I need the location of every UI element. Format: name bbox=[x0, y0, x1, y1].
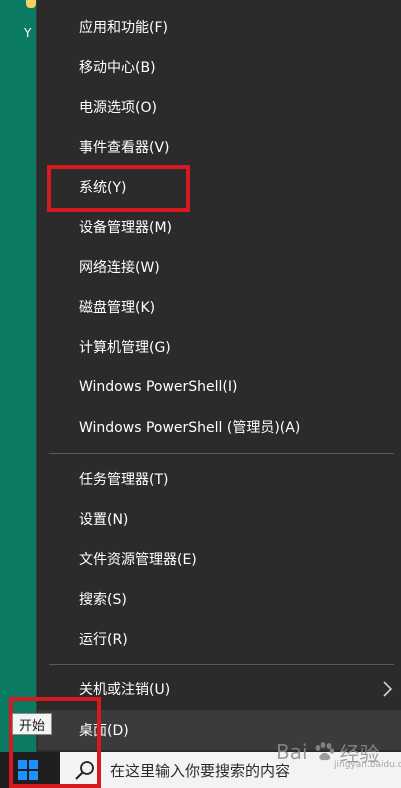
menu-item-file-explorer[interactable]: 文件资源管理器(E) bbox=[79, 539, 379, 579]
winx-context-menu: 应用和功能(F) 移动中心(B) 电源选项(O) 事件查看器(V) 系统(Y) … bbox=[36, 0, 401, 752]
highlight-box-start bbox=[9, 697, 101, 788]
menu-item-search[interactable]: 搜索(S) bbox=[79, 579, 379, 619]
menu-item-device-manager[interactable]: 设备管理器(M) bbox=[79, 207, 379, 247]
menu-item-apps-features[interactable]: 应用和功能(F) bbox=[79, 7, 379, 47]
paw-icon bbox=[315, 742, 334, 761]
watermark-text: Bai bbox=[276, 740, 308, 764]
menu-separator bbox=[49, 453, 394, 454]
folder-icon[interactable] bbox=[26, 0, 36, 8]
menu-item-mobility-center[interactable]: 移动中心(B) bbox=[79, 47, 379, 87]
menu-item-powershell[interactable]: Windows PowerShell(I) bbox=[79, 367, 379, 407]
menu-item-powershell-admin[interactable]: Windows PowerShell (管理员)(A) bbox=[79, 407, 379, 447]
baidu-watermark: Bai 经验 jingyan.baidu.com bbox=[276, 730, 401, 774]
start-tooltip: 开始 bbox=[12, 713, 52, 735]
menu-item-computer-management[interactable]: 计算机管理(G) bbox=[79, 327, 379, 367]
search-placeholder: 在这里输入你要搜索的内容 bbox=[110, 761, 291, 780]
highlight-box-system bbox=[47, 165, 190, 212]
menu-separator bbox=[49, 664, 394, 665]
menu-item-run[interactable]: 运行(R) bbox=[79, 619, 379, 659]
menu-item-power-options[interactable]: 电源选项(O) bbox=[79, 87, 379, 127]
desktop-background: Y bbox=[0, 0, 38, 752]
menu-item-event-viewer[interactable]: 事件查看器(V) bbox=[79, 127, 379, 167]
menu-item-task-manager[interactable]: 任务管理器(T) bbox=[79, 459, 379, 499]
menu-item-disk-management[interactable]: 磁盘管理(K) bbox=[79, 287, 379, 327]
chevron-right-icon[interactable] bbox=[381, 678, 395, 700]
watermark-subtext: jingyan.baidu.com bbox=[334, 760, 401, 770]
menu-item-settings[interactable]: 设置(N) bbox=[79, 499, 379, 539]
desktop-icon-label: Y bbox=[24, 26, 32, 40]
menu-item-network-connections[interactable]: 网络连接(W) bbox=[79, 247, 379, 287]
menu-item-shutdown-signout[interactable]: 关机或注销(U) bbox=[79, 669, 379, 709]
